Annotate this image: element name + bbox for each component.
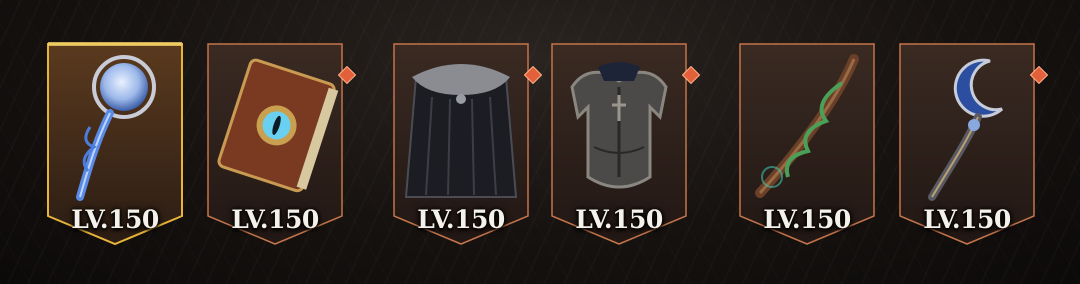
equipment-slot-crescent-moon-staff[interactable]: LV.150 bbox=[898, 40, 1048, 246]
item-level-label: LV.150 bbox=[417, 205, 505, 234]
item-level-label: LV.150 bbox=[231, 205, 319, 234]
new-badge-icon bbox=[524, 66, 542, 84]
plate-chest-armor-icon bbox=[550, 46, 688, 206]
item-level-label: LV.150 bbox=[763, 205, 851, 234]
item-level-label: LV.150 bbox=[575, 205, 663, 234]
new-badge-icon bbox=[338, 66, 356, 84]
new-badge-icon bbox=[1030, 66, 1048, 84]
equipment-slot-fur-cloak[interactable]: LV.150 bbox=[392, 40, 542, 246]
moon-orb-staff-icon bbox=[46, 46, 184, 206]
equipment-slot-vine-wand[interactable]: LV.150 bbox=[738, 40, 876, 246]
new-badge-icon bbox=[682, 66, 700, 84]
item-level-label: LV.150 bbox=[71, 205, 159, 234]
eye-tome-icon bbox=[206, 46, 344, 206]
equipment-slot-plate-chest-armor[interactable]: LV.150 bbox=[550, 40, 700, 246]
crescent-moon-staff-icon bbox=[898, 46, 1036, 206]
fur-cloak-icon bbox=[392, 46, 530, 206]
equipment-slot-eye-tome[interactable]: LV.150 bbox=[206, 40, 356, 246]
item-level-label: LV.150 bbox=[923, 205, 1011, 234]
equipment-slot-moon-orb-staff[interactable]: LV.150 bbox=[46, 40, 184, 246]
vine-wand-icon bbox=[738, 46, 876, 206]
